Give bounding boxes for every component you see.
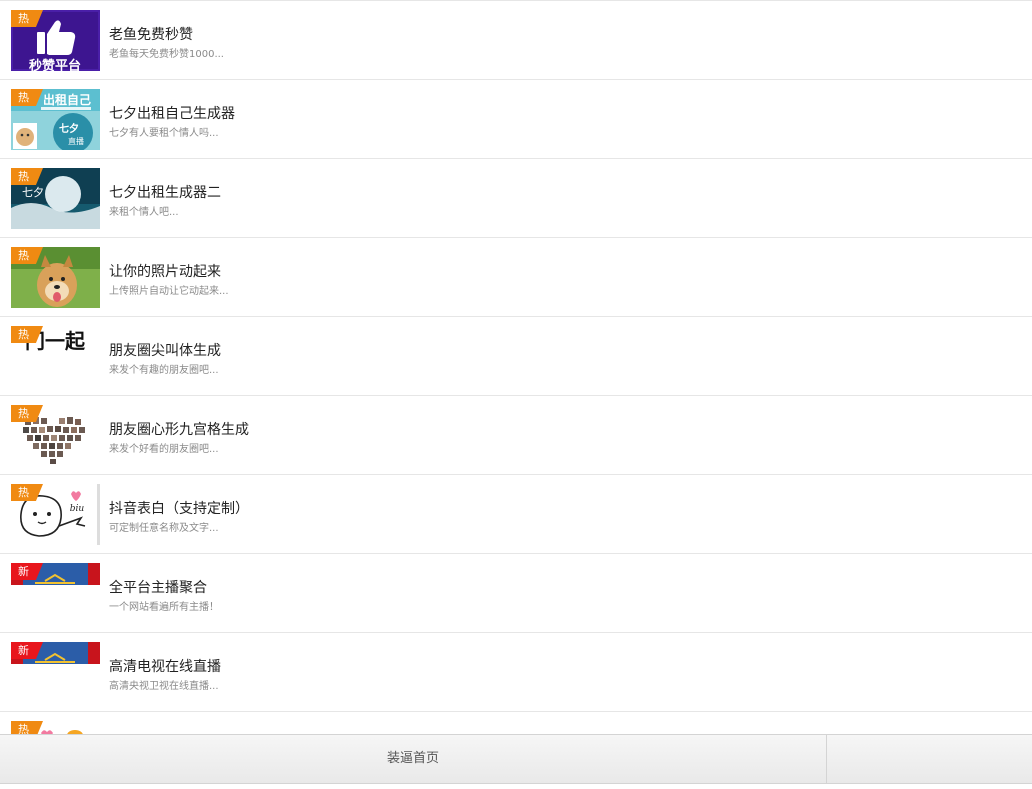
- item-description: 可定制任意名称及文字...: [109, 523, 219, 534]
- list-item[interactable]: biu 热 抖音表白（支持定制） 可定制任意名称及文字...: [0, 474, 1032, 553]
- thumb-caption: biu: [70, 504, 85, 514]
- item-title[interactable]: 高清电视在线直播: [109, 656, 221, 676]
- thumb-caption: 七夕: [22, 186, 44, 199]
- item-description: 一个网站看遍所有主播！: [109, 602, 219, 613]
- item-title[interactable]: 老鱼免费秒赞: [109, 24, 193, 44]
- list-item[interactable]: 热: [0, 711, 1032, 734]
- item-title[interactable]: 抖音表白（支持定制）: [109, 498, 249, 518]
- item-description: 高清央视卫视在线直播...: [109, 681, 219, 692]
- item-thumbnail[interactable]: 热: [11, 247, 100, 308]
- list-item[interactable]: 秒赞平台 热 老鱼免费秒赞 老鱼每天免费秒赞1000...: [0, 0, 1032, 79]
- list-item[interactable]: 新 全平台主播聚合 一个网站看遍所有主播！: [0, 553, 1032, 632]
- list-item[interactable]: 出租自己 七夕 直播 热 七夕出租自己生成器 七夕有人要租个情人吗...: [0, 79, 1032, 158]
- item-thumbnail[interactable]: 新: [11, 563, 100, 624]
- item-title[interactable]: 七夕出租自己生成器: [109, 103, 235, 123]
- tool-list: 秒赞平台 热 老鱼免费秒赞 老鱼每天免费秒赞1000... 出租自己 七夕 直播…: [0, 0, 1032, 734]
- item-description: 老鱼每天免费秒赞1000...: [109, 49, 224, 60]
- item-description: 来发个有趣的朋友圈吧...: [109, 365, 219, 376]
- item-thumbnail[interactable]: 七夕 热: [11, 168, 100, 229]
- item-title[interactable]: 让你的照片动起来: [109, 261, 221, 281]
- item-title[interactable]: 七夕出租生成器二: [109, 182, 221, 202]
- item-thumbnail[interactable]: 门一起 热: [11, 326, 100, 387]
- list-item[interactable]: 热 让你的照片动起来 上传照片自动让它动起来...: [0, 237, 1032, 316]
- item-thumbnail[interactable]: 秒赞平台 热: [11, 10, 100, 71]
- home-nav-button[interactable]: 装逼首页: [0, 735, 827, 783]
- page: 秒赞平台 热 老鱼免费秒赞 老鱼每天免费秒赞1000... 出租自己 七夕 直播…: [0, 0, 1032, 789]
- thumb-caption-2: 七夕: [59, 122, 79, 135]
- bottom-nav-bar: 装逼首页: [0, 734, 1032, 784]
- item-thumbnail[interactable]: 新: [11, 642, 100, 703]
- list-item[interactable]: 门一起 热 朋友圈尖叫体生成 来发个有趣的朋友圈吧...: [0, 316, 1032, 395]
- item-description: 来租个情人吧...: [109, 207, 179, 218]
- thumb-caption: 出租自己: [43, 92, 91, 107]
- list-item[interactable]: 七夕 热 七夕出租生成器二 来租个情人吧...: [0, 158, 1032, 237]
- item-description: 七夕有人要租个情人吗...: [109, 128, 219, 139]
- item-title[interactable]: 朋友圈心形九宫格生成: [109, 419, 249, 439]
- item-thumbnail[interactable]: biu 热: [11, 484, 100, 545]
- item-description: 上传照片自动让它动起来...: [109, 286, 229, 297]
- thumb-caption-3: 直播: [68, 136, 84, 146]
- thumb-caption: 秒赞平台: [29, 58, 81, 71]
- item-thumbnail[interactable]: 出租自己 七夕 直播 热: [11, 89, 100, 150]
- item-title[interactable]: 朋友圈尖叫体生成: [109, 340, 221, 360]
- item-title[interactable]: 全平台主播聚合: [109, 577, 207, 597]
- list-item[interactable]: 新 高清电视在线直播 高清央视卫视在线直播...: [0, 632, 1032, 711]
- item-description: 来发个好看的朋友圈吧...: [109, 444, 219, 455]
- item-thumbnail[interactable]: 热: [11, 405, 100, 466]
- list-item[interactable]: 热 朋友圈心形九宫格生成 来发个好看的朋友圈吧...: [0, 395, 1032, 474]
- hot-badge: 热: [11, 721, 43, 734]
- item-thumbnail[interactable]: 热: [11, 721, 100, 734]
- secondary-nav-button[interactable]: [828, 735, 1032, 783]
